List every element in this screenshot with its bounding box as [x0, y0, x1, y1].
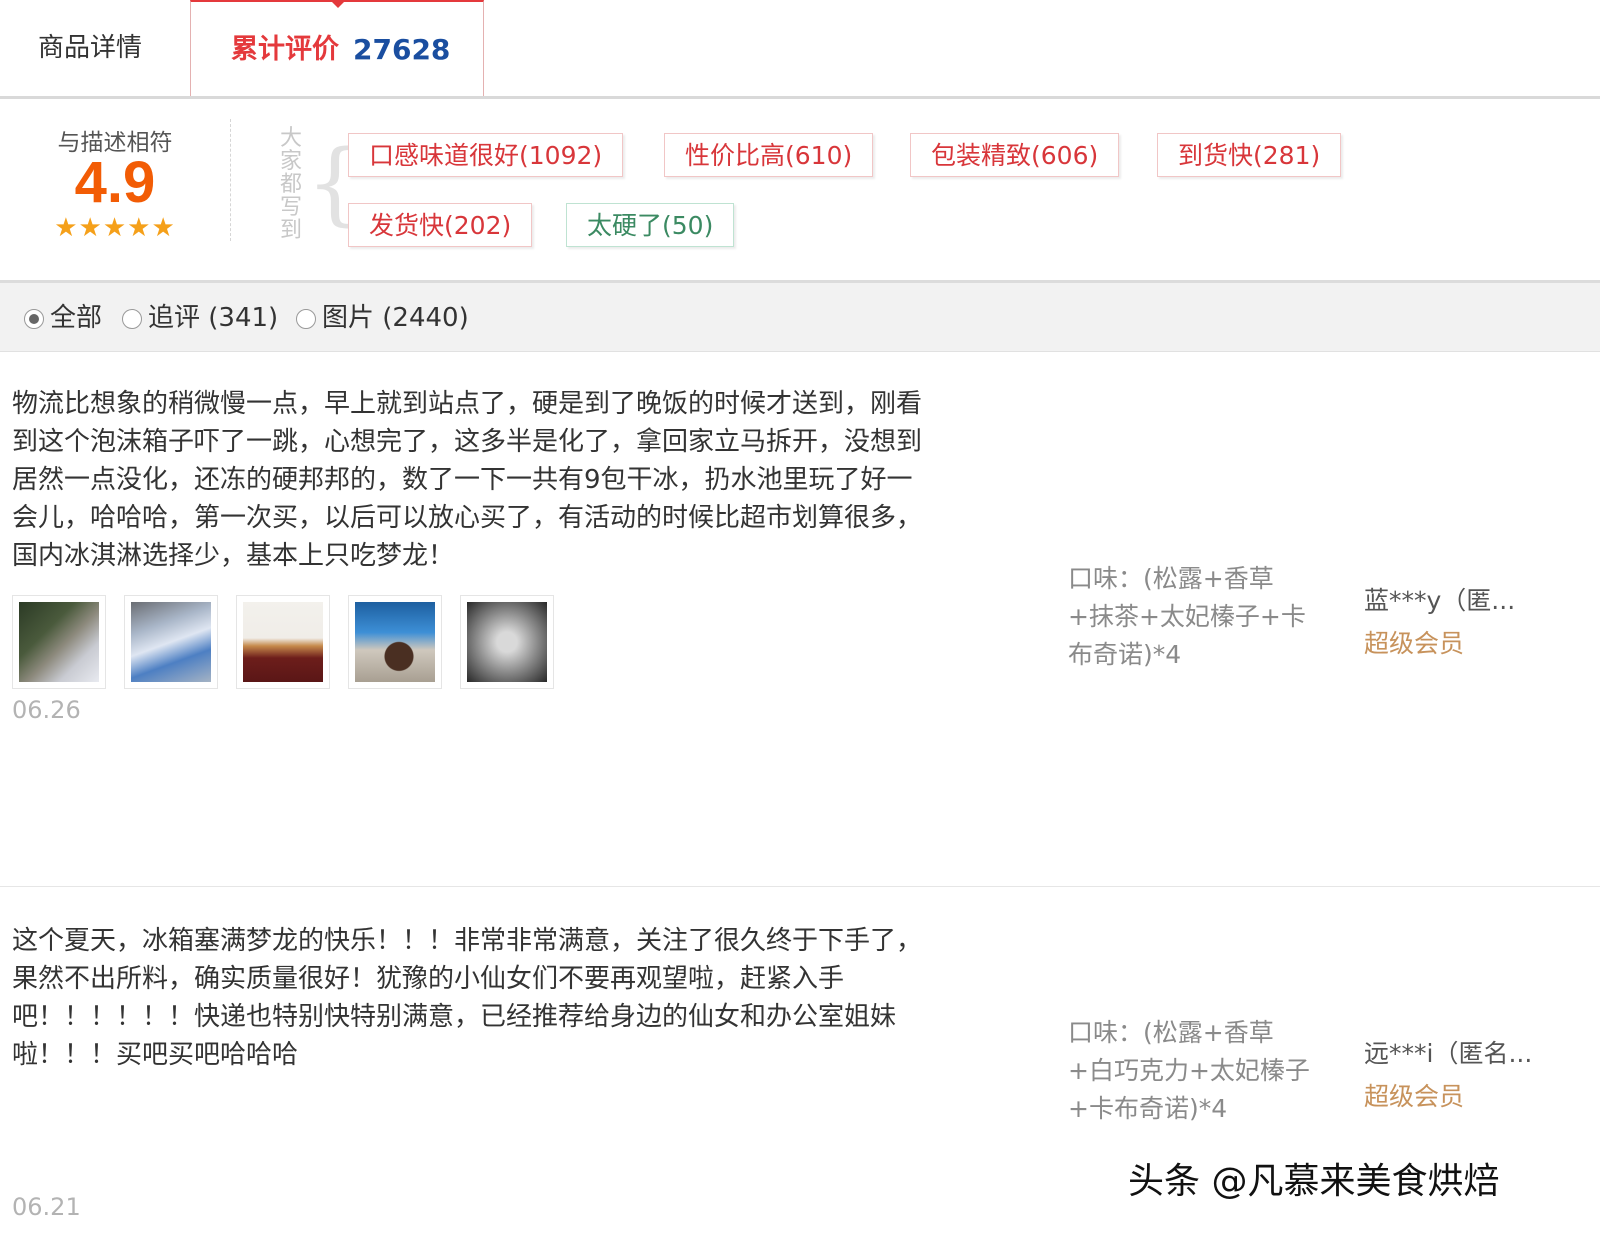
- sku-line: 口味：(松露+香草: [1068, 564, 1274, 593]
- filter-photos-label: 图片 (2440): [322, 303, 469, 333]
- review-text-line: 啦！！！买吧买吧哈哈哈: [12, 1040, 299, 1070]
- photo-image: [131, 602, 211, 682]
- review-filter-bar: 全部 追评 (341) 图片 (2440): [0, 280, 1600, 352]
- rating-score: 4.9: [74, 150, 156, 215]
- review-text-line: 这个夏天，冰箱塞满梦龙的快乐！！！非常非常满意，关注了很久终于下手了，: [12, 926, 923, 956]
- sku-line: +抹茶+太妃榛子+卡: [1068, 602, 1306, 631]
- sku-line: +卡布奇诺)*4: [1068, 1094, 1228, 1123]
- rating-summary: 与描述相符 4.9 ★★★★★ 大家都写到 { 口感味道很好(1092) 性价比…: [0, 99, 1600, 279]
- active-tab-indicator: [330, 0, 346, 8]
- review-item: 物流比想象的稍微慢一点，早上就到站点了，硬是到了晚饭的时候才送到，刚看 到这个泡…: [0, 352, 1600, 886]
- review-photo-thumbnail[interactable]: [348, 595, 442, 689]
- watermark: 头条 @凡慕来美食烘焙: [1128, 1161, 1500, 1202]
- review-sku-info: 口味：(松露+香草 +白巧克力+太妃榛子 +卡布奇诺)*4: [1068, 1014, 1348, 1128]
- review-body: 这个夏天，冰箱塞满梦龙的快乐！！！非常非常满意，关注了很久终于下手了， 果然不出…: [12, 922, 1012, 1074]
- review-text-line: 会儿，哈哈哈，第一次买，以后可以放心买了，有活动的时候比超市划算很多，: [12, 503, 923, 533]
- review-body: 物流比想象的稍微慢一点，早上就到站点了，硬是到了晚饭的时候才送到，刚看 到这个泡…: [12, 385, 1012, 575]
- review-tag-fast-shipping[interactable]: 发货快(202): [348, 203, 533, 247]
- radio-selected-icon[interactable]: [24, 309, 44, 329]
- review-date: 06.21: [12, 1193, 81, 1221]
- review-text-line: 果然不出所料，确实质量很好！犹豫的小仙女们不要再观望啦，赶紧入手: [12, 964, 845, 994]
- radio-icon[interactable]: [296, 309, 316, 329]
- member-level-badge: 超级会员: [1364, 629, 1465, 658]
- member-level-badge: 超级会员: [1364, 1082, 1465, 1111]
- tab-reviews-label: 累计评价: [231, 34, 339, 65]
- review-text-line: 到这个泡沫箱子吓了一跳，心想完了，这多半是化了，拿回家立马拆开，没想到: [12, 427, 923, 457]
- filter-follow-up[interactable]: 追评 (341): [122, 301, 278, 335]
- photo-image: [467, 602, 547, 682]
- photo-image: [355, 602, 435, 682]
- sku-line: +白巧克力+太妃榛子: [1068, 1056, 1310, 1085]
- filter-all[interactable]: 全部: [24, 301, 102, 335]
- review-photo-thumbnail[interactable]: [236, 595, 330, 689]
- rating-stars-icon: ★★★★★: [54, 213, 176, 243]
- review-photo-thumbnail[interactable]: [460, 595, 554, 689]
- reviewer-name: 远***i（匿名...: [1364, 1039, 1533, 1068]
- tab-product-details[interactable]: 商品详情: [38, 28, 142, 68]
- tab-bar: 商品详情 累计评价 27628: [0, 0, 1600, 99]
- filter-photos[interactable]: 图片 (2440): [296, 301, 469, 335]
- sku-line: 布奇诺)*4: [1068, 640, 1182, 669]
- filter-all-label: 全部: [50, 303, 103, 333]
- tab-reviews-count: 27628: [353, 33, 451, 66]
- radio-icon[interactable]: [122, 309, 142, 329]
- review-text-line: 物流比想象的稍微慢一点，早上就到站点了，硬是到了晚饭的时候才送到，刚看: [12, 389, 923, 419]
- review-tag-value[interactable]: 性价比高(610): [664, 133, 874, 177]
- tab-cumulative-reviews[interactable]: 累计评价 27628: [190, 0, 484, 99]
- reviewer-name: 蓝***y（匿...: [1364, 586, 1516, 615]
- review-text-line: 吧！！！！！！快递也特别快特别满意，已经推荐给身边的仙女和办公室姐妹: [12, 1002, 897, 1032]
- tag-cloud-heading: 大家都写到: [279, 126, 302, 243]
- review-photo-thumbnail[interactable]: [124, 595, 218, 689]
- review-tag-too-hard[interactable]: 太硬了(50): [566, 203, 735, 247]
- review-tag-packaging[interactable]: 包装精致(606): [910, 133, 1120, 177]
- review-text-line: 国内冰淇淋选择少，基本上只吃梦龙！: [12, 541, 455, 571]
- review-sku-info: 口味：(松露+香草 +抹茶+太妃榛子+卡 布奇诺)*4: [1068, 560, 1348, 674]
- review-tag-taste[interactable]: 口感味道很好(1092): [348, 133, 624, 177]
- review-tag-fast-arrival[interactable]: 到货快(281): [1157, 133, 1342, 177]
- review-photo-thumbnail[interactable]: [12, 595, 106, 689]
- summary-divider: [230, 119, 231, 241]
- review-date: 06.26: [12, 696, 81, 724]
- photo-image: [19, 602, 99, 682]
- photo-image: [243, 602, 323, 682]
- filter-follow-up-label: 追评 (341): [148, 303, 279, 333]
- review-text-line: 居然一点没化，还冻的硬邦邦的，数了一下一共有9包干冰，扔水池里玩了好一: [12, 465, 913, 495]
- sku-line: 口味：(松露+香草: [1068, 1018, 1274, 1047]
